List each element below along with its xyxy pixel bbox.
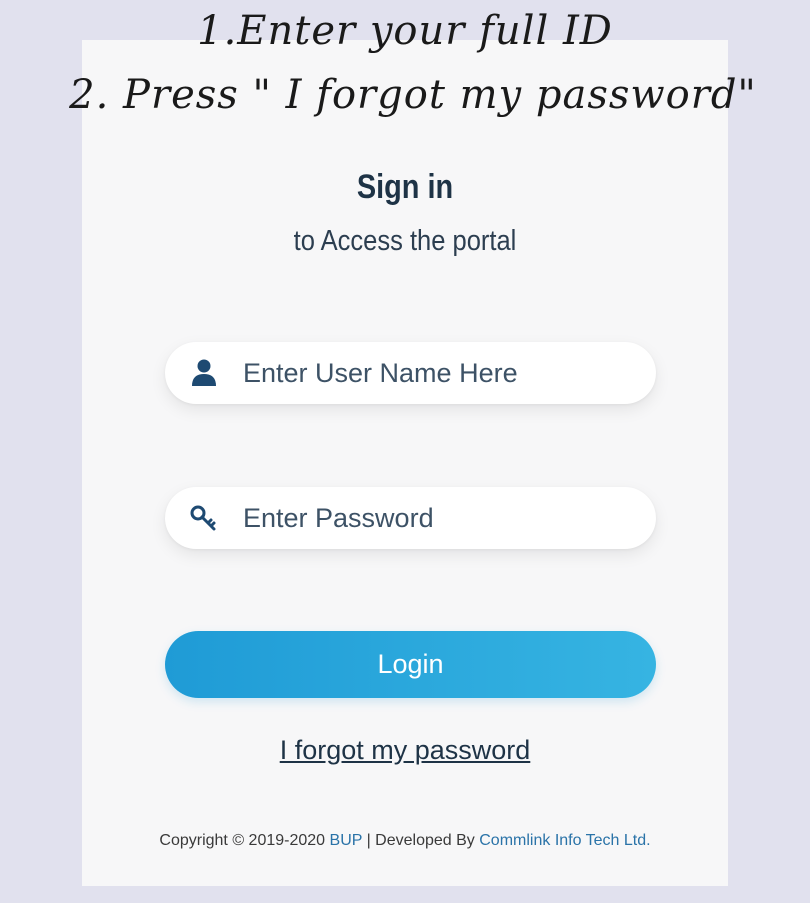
password-field[interactable] xyxy=(165,487,656,549)
page-subtitle: to Access the portal xyxy=(293,225,517,257)
footer: Copyright © 2019-2020 BUP | Developed By… xyxy=(0,832,810,850)
username-input[interactable] xyxy=(243,342,633,404)
footer-copyright: Copyright © 2019-2020 xyxy=(159,832,326,849)
annotation-step-2: 2. Press " I forgot my password" xyxy=(69,72,757,118)
username-field[interactable] xyxy=(165,342,656,404)
footer-developer-link[interactable]: Commlink Info Tech Ltd. xyxy=(479,832,650,849)
user-icon xyxy=(192,359,216,386)
forgot-password-link[interactable]: I forgot my password xyxy=(0,735,810,766)
key-icon xyxy=(190,505,216,531)
login-button[interactable]: Login xyxy=(165,631,656,698)
footer-org-link[interactable]: BUP xyxy=(330,832,363,849)
annotation-step-1: 1.Enter your full ID xyxy=(197,8,613,54)
page-title: Sign in xyxy=(356,168,454,206)
footer-separator: | Developed By xyxy=(366,832,475,849)
password-input[interactable] xyxy=(243,487,633,549)
